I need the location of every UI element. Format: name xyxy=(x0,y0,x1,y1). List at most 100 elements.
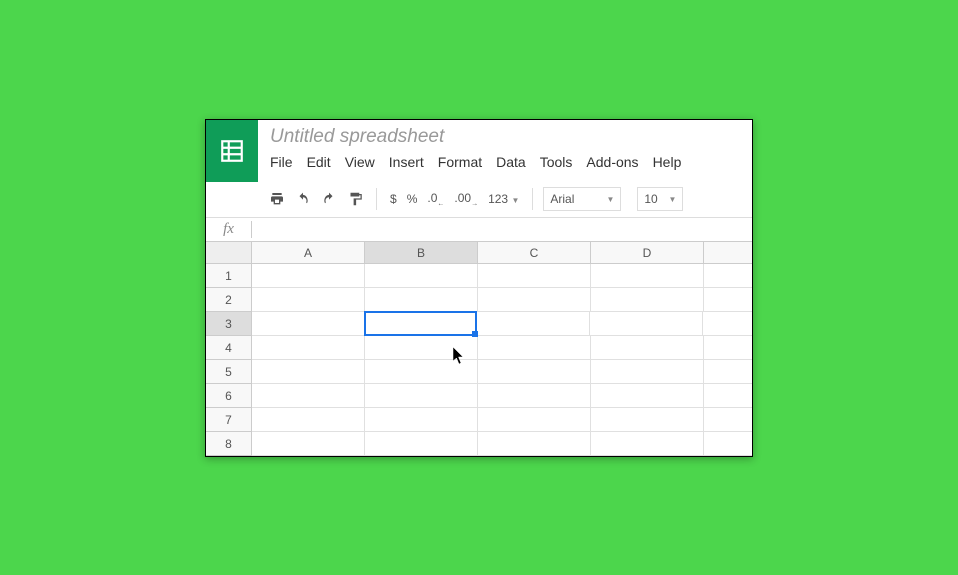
percent-format-button[interactable]: % xyxy=(404,192,421,206)
number-format-button[interactable]: 123 ▼ xyxy=(485,192,522,206)
fx-label: fx xyxy=(206,221,252,238)
font-name: Arial xyxy=(550,192,574,206)
cell-B5[interactable] xyxy=(365,360,478,384)
cell-B4[interactable] xyxy=(365,336,478,360)
cell-D5[interactable] xyxy=(591,360,704,384)
increase-decimal-button[interactable]: .00→ xyxy=(451,191,481,207)
cell-D1[interactable] xyxy=(591,264,704,288)
cell-B6[interactable] xyxy=(365,384,478,408)
cell-D8[interactable] xyxy=(591,432,704,456)
spreadsheet-window: Untitled spreadsheet File Edit View Inse… xyxy=(205,119,753,457)
cell-C4[interactable] xyxy=(478,336,591,360)
toolbar-separator xyxy=(376,188,377,210)
toolbar: $ % .0← .00→ 123 ▼ Arial ▼ 10 ▼ xyxy=(206,182,752,218)
formula-bar: fx xyxy=(206,218,752,242)
paint-format-button[interactable] xyxy=(344,188,366,210)
sheets-icon xyxy=(219,138,245,164)
row: 2 xyxy=(206,288,752,312)
select-all-corner[interactable] xyxy=(206,242,252,263)
cell-overflow xyxy=(704,408,752,432)
menu-format[interactable]: Format xyxy=(438,154,482,170)
cell-C6[interactable] xyxy=(478,384,591,408)
row: 4 xyxy=(206,336,752,360)
cell-overflow xyxy=(704,360,752,384)
font-size-select[interactable]: 10 ▼ xyxy=(637,187,683,211)
menu-addons[interactable]: Add-ons xyxy=(586,154,638,170)
row: 8 xyxy=(206,432,752,456)
formula-input[interactable] xyxy=(252,218,752,241)
grid: A B C D 12345678 xyxy=(206,242,752,456)
row-header-6[interactable]: 6 xyxy=(206,384,252,408)
cell-A8[interactable] xyxy=(252,432,365,456)
row-header-2[interactable]: 2 xyxy=(206,288,252,312)
column-headers: A B C D xyxy=(206,242,752,264)
cell-overflow xyxy=(704,432,752,456)
print-icon xyxy=(269,191,285,207)
fill-handle[interactable] xyxy=(472,331,478,337)
cell-B2[interactable] xyxy=(365,288,478,312)
cell-C7[interactable] xyxy=(478,408,591,432)
col-header-overflow xyxy=(704,242,752,263)
cell-A4[interactable] xyxy=(252,336,365,360)
cell-overflow xyxy=(704,336,752,360)
toolbar-separator xyxy=(532,188,533,210)
row-header-7[interactable]: 7 xyxy=(206,408,252,432)
cell-overflow xyxy=(703,312,752,336)
cell-D4[interactable] xyxy=(591,336,704,360)
header: Untitled spreadsheet File Edit View Inse… xyxy=(206,120,752,182)
row: 6 xyxy=(206,384,752,408)
row-header-1[interactable]: 1 xyxy=(206,264,252,288)
cell-D6[interactable] xyxy=(591,384,704,408)
document-title[interactable]: Untitled spreadsheet xyxy=(270,126,752,148)
font-size: 10 xyxy=(644,192,657,206)
row: 7 xyxy=(206,408,752,432)
row-header-4[interactable]: 4 xyxy=(206,336,252,360)
menu-view[interactable]: View xyxy=(345,154,375,170)
font-select[interactable]: Arial ▼ xyxy=(543,187,621,211)
cell-B7[interactable] xyxy=(365,408,478,432)
cell-A1[interactable] xyxy=(252,264,365,288)
menu-insert[interactable]: Insert xyxy=(389,154,424,170)
cell-C5[interactable] xyxy=(478,360,591,384)
cell-A5[interactable] xyxy=(252,360,365,384)
cell-C8[interactable] xyxy=(478,432,591,456)
cell-C2[interactable] xyxy=(478,288,591,312)
chevron-down-icon: ▼ xyxy=(668,195,676,204)
cell-B8[interactable] xyxy=(365,432,478,456)
print-button[interactable] xyxy=(266,188,288,210)
paint-format-icon xyxy=(348,191,363,207)
cell-C3[interactable] xyxy=(477,312,590,336)
cell-B1[interactable] xyxy=(365,264,478,288)
menu-file[interactable]: File xyxy=(270,154,293,170)
currency-format-button[interactable]: $ xyxy=(387,192,400,206)
menu-edit[interactable]: Edit xyxy=(307,154,331,170)
redo-icon xyxy=(321,192,337,206)
col-header-B[interactable]: B xyxy=(365,242,478,263)
cell-C1[interactable] xyxy=(478,264,591,288)
cell-D3[interactable] xyxy=(590,312,703,336)
cell-A3[interactable] xyxy=(252,312,365,336)
cell-A6[interactable] xyxy=(252,384,365,408)
decrease-decimal-button[interactable]: .0← xyxy=(424,191,447,207)
menu-data[interactable]: Data xyxy=(496,154,526,170)
menu-bar: File Edit View Insert Format Data Tools … xyxy=(270,154,752,170)
row-header-3[interactable]: 3 xyxy=(206,312,252,336)
undo-icon xyxy=(295,192,311,206)
cell-A2[interactable] xyxy=(252,288,365,312)
cell-D7[interactable] xyxy=(591,408,704,432)
col-header-A[interactable]: A xyxy=(252,242,365,263)
sheets-app-icon[interactable] xyxy=(206,120,258,182)
row: 5 xyxy=(206,360,752,384)
cell-overflow xyxy=(704,264,752,288)
redo-button[interactable] xyxy=(318,188,340,210)
undo-button[interactable] xyxy=(292,188,314,210)
row-header-8[interactable]: 8 xyxy=(206,432,252,456)
cell-B3[interactable] xyxy=(364,311,477,336)
row-header-5[interactable]: 5 xyxy=(206,360,252,384)
col-header-C[interactable]: C xyxy=(478,242,591,263)
cell-A7[interactable] xyxy=(252,408,365,432)
menu-help[interactable]: Help xyxy=(653,154,682,170)
menu-tools[interactable]: Tools xyxy=(540,154,573,170)
col-header-D[interactable]: D xyxy=(591,242,704,263)
cell-D2[interactable] xyxy=(591,288,704,312)
